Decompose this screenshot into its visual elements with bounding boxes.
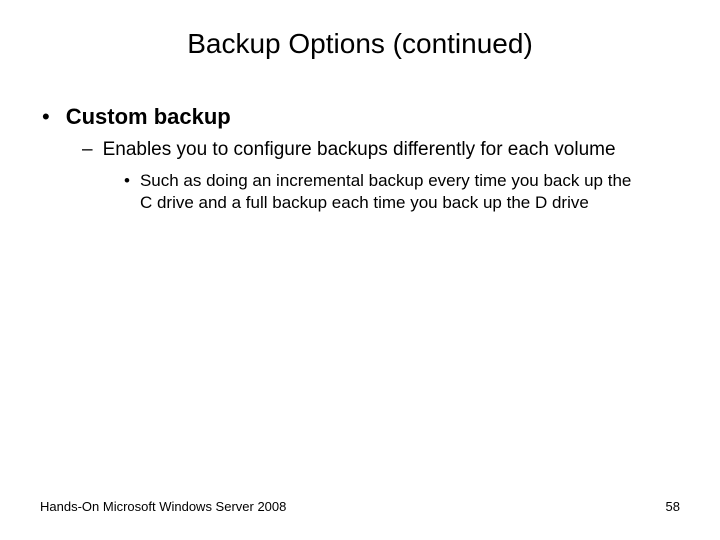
slide: Backup Options (continued) • Custom back…	[0, 0, 720, 540]
bullet-text-l1: Custom backup	[66, 104, 231, 130]
page-number: 58	[666, 499, 680, 514]
footer: Hands-On Microsoft Windows Server 2008 5…	[40, 499, 680, 514]
slide-title: Backup Options (continued)	[40, 28, 680, 60]
bullet-marker-l1: •	[42, 104, 50, 130]
bullet-marker-l2: –	[82, 138, 93, 162]
bullet-level-1: • Custom backup	[42, 104, 680, 130]
bullet-level-2: – Enables you to configure backups diffe…	[82, 138, 680, 162]
bullet-text-l3: Such as doing an incremental backup ever…	[140, 170, 680, 214]
bullet-marker-l3: •	[124, 170, 130, 192]
bullet-text-l2: Enables you to configure backups differe…	[103, 138, 680, 162]
bullet-level-3: • Such as doing an incremental backup ev…	[124, 170, 680, 214]
footer-source: Hands-On Microsoft Windows Server 2008	[40, 499, 286, 514]
